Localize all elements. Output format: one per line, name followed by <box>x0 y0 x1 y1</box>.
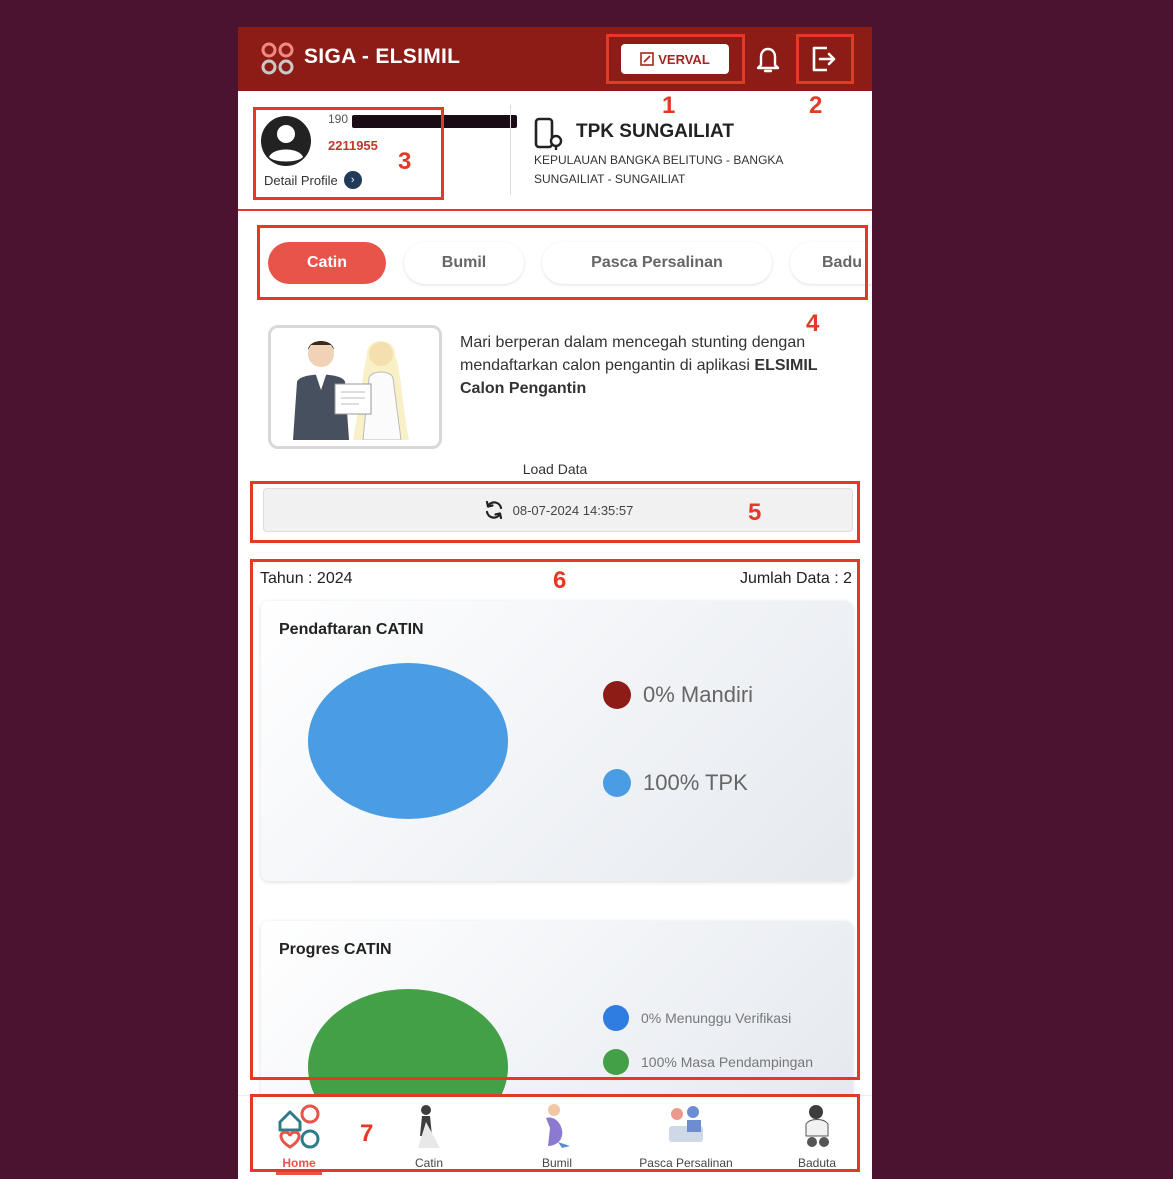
notification-bell-icon[interactable] <box>753 43 783 75</box>
annotation-number-2: 2 <box>809 92 823 119</box>
annotation-box-6 <box>250 559 860 1080</box>
annotation-number-3: 3 <box>398 148 412 175</box>
tpk-name: TPK SUNGAILIAT <box>576 121 734 142</box>
app-title: SIGA - ELSIMIL <box>304 45 461 68</box>
tpk-address-line2: SUNGAILIAT - SUNGAILIAT <box>534 172 686 186</box>
annotation-number-4: 4 <box>806 310 820 337</box>
annotation-box-4 <box>257 225 868 300</box>
annotation-box-7 <box>250 1094 860 1172</box>
annotation-box-3 <box>253 107 444 200</box>
app-header: SIGA - ELSIMIL VERVAL <box>238 27 872 91</box>
bride-groom-illustration <box>268 325 442 449</box>
bride-groom-icon <box>271 328 433 441</box>
annotation-number-5: 5 <box>748 499 762 526</box>
app-logo-icon <box>261 42 294 75</box>
load-data-label: Load Data <box>522 461 588 477</box>
annotation-number-7: 7 <box>360 1120 374 1147</box>
annotation-box-1 <box>606 34 745 84</box>
annotation-box-2 <box>796 34 854 84</box>
annotation-box-5 <box>250 481 860 543</box>
profile-divider <box>510 105 511 195</box>
banner-text: Mari berperan dalam mencegah stunting de… <box>460 331 830 400</box>
annotation-number-1: 1 <box>662 92 676 119</box>
tpk-address-line1: KEPULAUAN BANGKA BELITUNG - BANGKA <box>534 153 784 167</box>
active-indicator <box>276 1172 322 1175</box>
phone-location-icon <box>534 117 563 150</box>
annotation-number-6: 6 <box>553 567 567 594</box>
